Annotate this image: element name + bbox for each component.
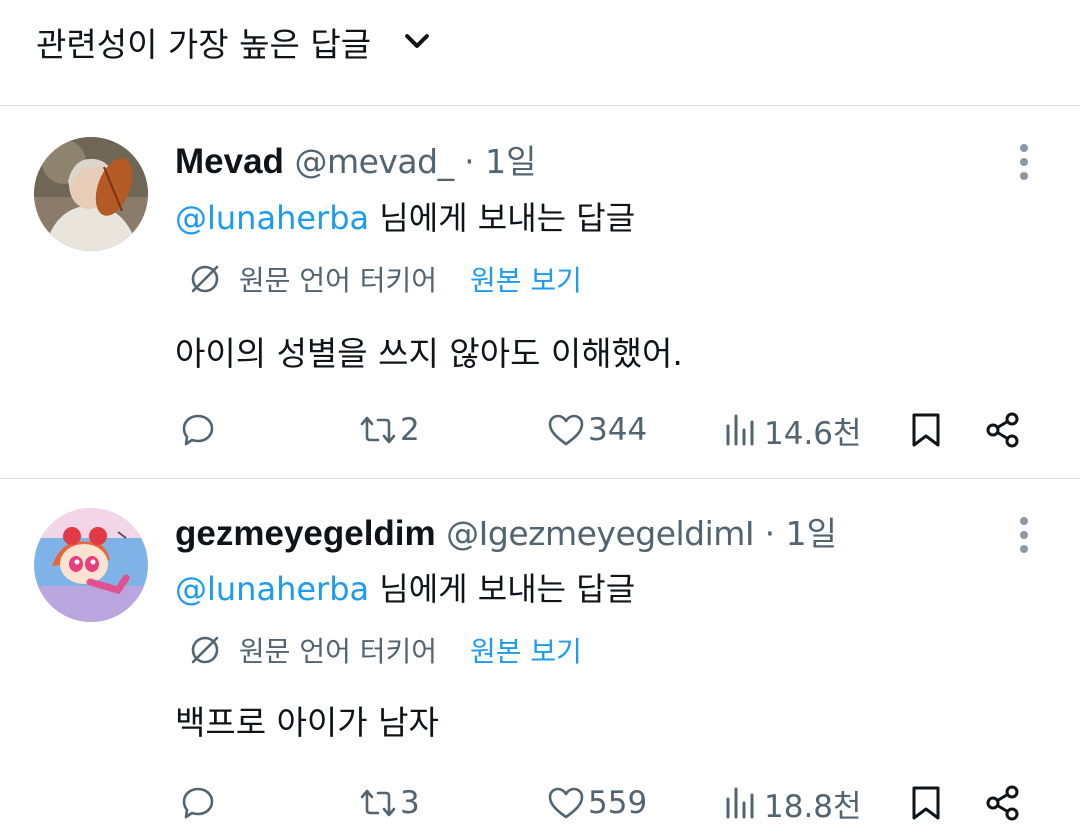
author-handle[interactable]: @mevad_: [294, 142, 454, 181]
translation-bar: 원문 언어 터키어 원본 보기: [188, 259, 582, 299]
reply-button[interactable]: [178, 778, 218, 828]
chevron-down-icon[interactable]: [400, 24, 434, 58]
author-name[interactable]: Mevad: [175, 142, 284, 181]
share-button[interactable]: [983, 778, 1023, 828]
retweet-count: 3: [400, 785, 420, 821]
bookmark-button[interactable]: [906, 405, 946, 455]
view-original-link[interactable]: 원본 보기: [470, 635, 582, 668]
author-handle[interactable]: @IgezmeyegeldimI: [446, 514, 755, 553]
translate-icon: [191, 265, 219, 293]
share-icon: [986, 785, 1019, 821]
reply-text: 아이의 성별을 쓰지 않아도 이해했어.: [175, 334, 683, 373]
retweet-icon: [360, 789, 396, 817]
reply-item[interactable]: Mevad @mevad_ · 1일 @lunaherba 님에게 보내는 답글…: [0, 107, 1080, 479]
separator-dot: ·: [464, 142, 475, 181]
bookmark-icon: [912, 413, 940, 447]
reply-item[interactable]: gezmeyegeldim @IgezmeyegeldimI · 1일 @lun…: [0, 480, 1080, 830]
translate-icon: [191, 636, 219, 664]
replying-to: @lunaherba 님에게 보내는 답글: [175, 193, 635, 239]
retweet-icon: [360, 416, 396, 444]
like-button[interactable]: 344: [546, 405, 647, 455]
views-count: 14.6천: [764, 415, 862, 452]
more-vertical-icon[interactable]: [1010, 143, 1038, 181]
source-language: 원문 언어 터키어: [238, 635, 438, 668]
heart-icon: [548, 787, 584, 819]
views-button[interactable]: 14.6천: [722, 405, 862, 455]
share-icon: [986, 412, 1019, 448]
heart-icon: [548, 414, 584, 446]
retweet-count: 2: [400, 412, 420, 448]
views-icon: [726, 787, 754, 819]
replying-to-suffix: 님에게 보내는 답글: [369, 570, 636, 608]
avatar[interactable]: [34, 137, 148, 251]
timestamp[interactable]: 1일: [485, 142, 536, 181]
mention-link[interactable]: @lunaherba: [175, 570, 369, 608]
bookmark-button[interactable]: [906, 778, 946, 828]
views-count: 18.8천: [764, 788, 862, 825]
views-icon: [726, 414, 754, 446]
source-language: 원문 언어 터키어: [238, 264, 438, 297]
like-button[interactable]: 559: [546, 778, 647, 828]
like-count: 344: [588, 412, 648, 448]
action-bar: 3 559 18.8천: [0, 778, 1080, 828]
reply-text: 백프로 아이가 남자: [175, 703, 439, 742]
translation-bar: 원문 언어 터키어 원본 보기: [188, 630, 582, 670]
reply-header: Mevad @mevad_ · 1일: [175, 135, 536, 181]
sort-label[interactable]: 관련성이 가장 높은 답글: [36, 18, 371, 66]
author-name[interactable]: gezmeyegeldim: [175, 514, 436, 553]
avatar[interactable]: [34, 508, 148, 622]
more-vertical-icon[interactable]: [1010, 516, 1038, 554]
reply-button[interactable]: [178, 405, 218, 455]
replying-to-suffix: 님에게 보내는 답글: [369, 199, 636, 237]
views-button[interactable]: 18.8천: [722, 778, 862, 828]
bookmark-icon: [912, 786, 940, 820]
replying-to: @lunaherba 님에게 보내는 답글: [175, 564, 635, 610]
timestamp[interactable]: 1일: [786, 514, 837, 553]
retweet-button[interactable]: 2: [358, 405, 420, 455]
reply-icon: [182, 787, 214, 819]
share-button[interactable]: [983, 405, 1023, 455]
retweet-button[interactable]: 3: [358, 778, 420, 828]
reply-header: gezmeyegeldim @IgezmeyegeldimI · 1일: [175, 507, 837, 553]
like-count: 559: [588, 785, 648, 821]
mention-link[interactable]: @lunaherba: [175, 199, 369, 237]
reply-icon: [182, 414, 214, 446]
separator-dot: ·: [764, 514, 776, 553]
view-original-link[interactable]: 원본 보기: [470, 264, 582, 297]
sort-bar[interactable]: 관련성이 가장 높은 답글: [0, 0, 1080, 106]
action-bar: 2 344 14.6천: [0, 405, 1080, 455]
